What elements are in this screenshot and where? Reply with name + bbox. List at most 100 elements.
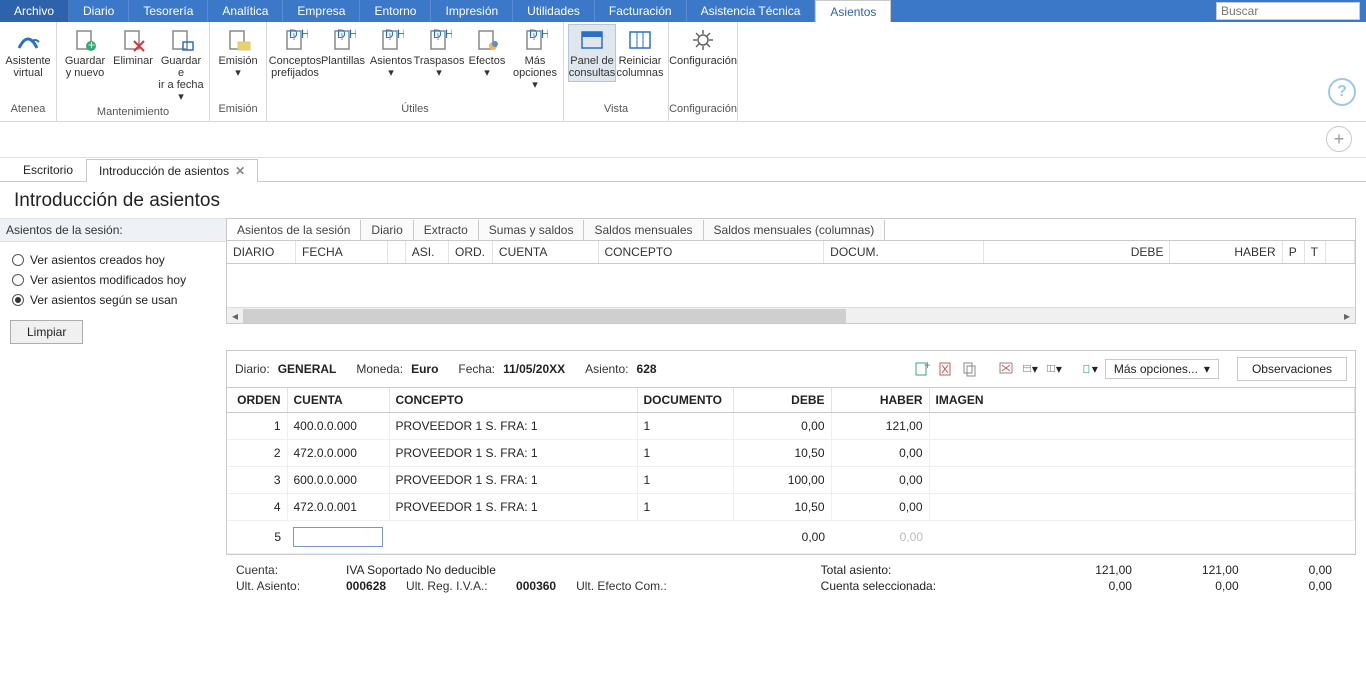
asiento-value: 628 — [637, 362, 657, 376]
session-col[interactable]: DIARIO — [227, 241, 296, 264]
concepts-button[interactable]: D HConceptos prefijados — [271, 24, 319, 82]
panel-button[interactable]: Panel de consultas — [568, 24, 616, 82]
svg-text:D H: D H — [433, 28, 452, 41]
print-button[interactable]: Emisión ▾ — [214, 24, 262, 82]
entries-button[interactable]: D HAsientos ▾ — [367, 24, 415, 82]
entry-col[interactable]: DOCUMENTO — [637, 388, 733, 413]
menu-entorno[interactable]: Entorno — [360, 0, 431, 22]
menu-asientos[interactable]: Asientos — [815, 0, 891, 22]
cuenta-input[interactable] — [293, 527, 383, 547]
row-delete-icon[interactable] — [937, 360, 955, 378]
inner-tab-1[interactable]: Diario — [361, 220, 413, 240]
add-icon[interactable]: + — [1326, 126, 1352, 152]
radio-as-used[interactable]: Ver asientos según se usan — [10, 290, 216, 310]
entry-col[interactable]: DEBE — [733, 388, 831, 413]
cell: 400.0.0.000 — [287, 413, 389, 440]
session-col[interactable]: DOCUM. — [824, 241, 984, 264]
doctab-label: Escritorio — [23, 163, 73, 177]
ribbon-button-label: Traspasos ▾ — [414, 55, 465, 79]
entry-col[interactable]: CONCEPTO — [389, 388, 637, 413]
save-button[interactable]: Guardar e ir a fecha ▾ — [157, 24, 205, 106]
cuenta-seleccionada-label: Cuenta seleccionada: — [821, 579, 961, 593]
menu-impresión[interactable]: Impresión — [431, 0, 513, 22]
inner-tab-0[interactable]: Asientos de la sesión — [227, 220, 361, 240]
row-copy-icon[interactable] — [961, 360, 979, 378]
session-col[interactable]: CUENTA — [492, 241, 598, 264]
entry-col[interactable]: HABER — [831, 388, 929, 413]
config-button[interactable]: Configuración — [673, 24, 733, 70]
session-col[interactable]: DEBE — [984, 241, 1170, 264]
ribbon-button-label: Emisión ▾ — [218, 55, 257, 79]
inner-tab-2[interactable]: Extracto — [414, 220, 479, 240]
session-col[interactable]: HABER — [1170, 241, 1282, 264]
more-options-button[interactable]: Más opciones...▾ — [1105, 359, 1219, 379]
help-icon[interactable]: ? — [1328, 78, 1356, 106]
cell: PROVEEDOR 1 S. FRA: 1 — [389, 440, 637, 467]
session-col[interactable] — [388, 241, 406, 264]
print-icon — [224, 27, 252, 53]
grid-view-icon[interactable]: ▾ — [1045, 360, 1063, 378]
menu-empresa[interactable]: Empresa — [283, 0, 360, 22]
atenea-button[interactable]: Asistente virtual — [4, 24, 52, 82]
table-row[interactable]: 3600.0.0.000PROVEEDOR 1 S. FRA: 11100,00… — [227, 467, 1355, 494]
scroll-left-icon[interactable]: ◂ — [227, 308, 243, 323]
export-icon[interactable]: ▾ — [1081, 360, 1099, 378]
table-row[interactable]: 2472.0.0.000PROVEEDOR 1 S. FRA: 1110,500… — [227, 440, 1355, 467]
menu-facturación[interactable]: Facturación — [595, 0, 687, 22]
entry-grid[interactable]: ORDENCUENTACONCEPTODOCUMENTODEBEHABERIMA… — [226, 387, 1356, 555]
session-col[interactable] — [1326, 241, 1355, 264]
session-grid[interactable]: DIARIOFECHA ASI.ORD.CUENTACONCEPTODOCUM.D… — [226, 240, 1356, 324]
session-col[interactable]: ORD. — [449, 241, 493, 264]
table-row[interactable]: 4472.0.0.001PROVEEDOR 1 S. FRA: 1110,500… — [227, 494, 1355, 521]
menu-diario[interactable]: Diario — [69, 0, 129, 22]
menu-archivo[interactable]: Archivo — [0, 0, 69, 22]
session-col[interactable]: CONCEPTO — [598, 241, 824, 264]
scroll-right-icon[interactable]: ▸ — [1339, 308, 1355, 323]
new-button[interactable]: +Guardar y nuevo — [61, 24, 109, 82]
inner-tab-5[interactable]: Saldos mensuales (columnas) — [704, 220, 886, 240]
menu-asistencia técnica[interactable]: Asistencia Técnica — [687, 0, 816, 22]
grid-delete-icon[interactable] — [997, 360, 1015, 378]
menu-analítica[interactable]: Analítica — [208, 0, 283, 22]
session-col[interactable]: P — [1282, 241, 1304, 264]
session-col[interactable]: T — [1304, 241, 1326, 264]
inner-tab-3[interactable]: Sumas y saldos — [479, 220, 585, 240]
observations-button[interactable]: Observaciones — [1237, 357, 1347, 381]
doctab-1[interactable]: Introducción de asientos✕ — [86, 159, 258, 182]
delete-button[interactable]: Eliminar — [109, 24, 157, 70]
inner-tab-4[interactable]: Saldos mensuales — [584, 220, 703, 240]
grid-config-icon[interactable]: ▾ — [1021, 360, 1039, 378]
more-options-button[interactable]: D HMás opciones ▾ — [511, 24, 559, 94]
cell: 1 — [637, 413, 733, 440]
more-options-label: Más opciones... — [1114, 362, 1198, 376]
entry-col[interactable]: CUENTA — [287, 388, 389, 413]
ribbon-group-caption: Mantenimiento — [57, 106, 209, 121]
cell: 600.0.0.000 — [287, 467, 389, 494]
close-icon[interactable]: ✕ — [235, 164, 245, 178]
menu-utilidades[interactable]: Utilidades — [513, 0, 595, 22]
asiento-label: Asiento: — [585, 362, 628, 376]
session-col[interactable]: ASI. — [405, 241, 448, 264]
fecha-label: Fecha: — [458, 362, 495, 376]
table-row-input[interactable]: 50,000,00 — [227, 521, 1355, 554]
entry-col[interactable]: IMAGEN — [929, 388, 1355, 413]
doctab-0[interactable]: Escritorio — [10, 158, 86, 181]
cuenta-value: IVA Soportado No deducible — [346, 563, 496, 577]
entry-col[interactable]: ORDEN — [227, 388, 287, 413]
radio-created-today[interactable]: Ver asientos creados hoy — [10, 250, 216, 270]
templates-button[interactable]: D HPlantillas — [319, 24, 367, 70]
session-panel-header: Asientos de la sesión: — [0, 218, 226, 242]
search-input[interactable] — [1216, 2, 1360, 20]
horizontal-scrollbar[interactable]: ◂ ▸ — [227, 307, 1355, 323]
concepts-icon: D H — [281, 27, 309, 53]
clear-button[interactable]: Limpiar — [10, 320, 83, 344]
table-row[interactable]: 1400.0.0.000PROVEEDOR 1 S. FRA: 110,0012… — [227, 413, 1355, 440]
session-col[interactable]: FECHA — [296, 241, 388, 264]
effects-button[interactable]: Efectos ▾ — [463, 24, 511, 82]
radio-modified-today[interactable]: Ver asientos modificados hoy — [10, 270, 216, 290]
reset-columns-button[interactable]: Reiniciar columnas — [616, 24, 664, 82]
row-new-icon[interactable]: + — [913, 360, 931, 378]
menu-tesorería[interactable]: Tesorería — [129, 0, 208, 22]
moneda-value: Euro — [411, 362, 438, 376]
transfers-button[interactable]: D H Traspasos ▾ — [415, 24, 463, 82]
